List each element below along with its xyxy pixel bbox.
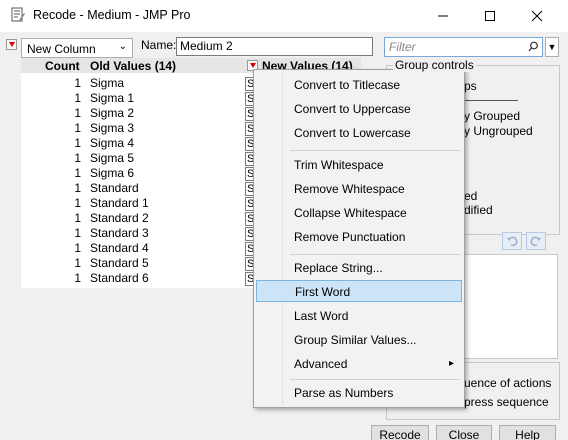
- recode-button[interactable]: Recode: [371, 425, 429, 440]
- red-triangle-menu-icon[interactable]: [6, 39, 17, 50]
- menu-item-remove-punctuation[interactable]: Remove Punctuation: [256, 226, 462, 248]
- menu-item-convert-lowercase[interactable]: Convert to Lowercase: [256, 122, 462, 144]
- window-title: Recode - Medium - JMP Pro: [33, 8, 191, 22]
- row-count: 1: [74, 121, 81, 135]
- row-count: 1: [74, 271, 81, 285]
- count-header[interactable]: Count: [45, 59, 80, 73]
- row-count: 1: [74, 106, 81, 120]
- row-old-value: Sigma 3: [90, 121, 135, 135]
- row-old-value: Standard 3: [90, 226, 149, 240]
- minimize-icon: [438, 15, 448, 17]
- close-icon: [531, 10, 543, 22]
- maximize-button[interactable]: [467, 0, 513, 32]
- row-old-value: Sigma 2: [90, 106, 135, 120]
- menu-item-convert-titlecase[interactable]: Convert to Titlecase: [256, 74, 462, 96]
- redo-button[interactable]: [526, 232, 546, 250]
- name-input[interactable]: Medium 2: [176, 37, 373, 56]
- chevron-down-icon: ⌄: [118, 41, 127, 52]
- maximize-icon: [485, 11, 495, 21]
- row-count: 1: [74, 151, 81, 165]
- row-count: 1: [74, 196, 81, 210]
- group-text-4: ed: [464, 189, 478, 203]
- menu-separator: [290, 150, 460, 151]
- group-divider: [464, 100, 518, 101]
- row-old-value: Standard 5: [90, 256, 149, 270]
- row-old-value: Standard 6: [90, 271, 149, 285]
- caret-down-icon: ▼: [547, 42, 557, 52]
- row-count: 1: [74, 241, 81, 255]
- row-old-value: Sigma 6: [90, 166, 135, 180]
- menu-item-advanced[interactable]: Advanced ▸: [256, 353, 462, 375]
- group-text-3: y Ungrouped: [464, 124, 533, 138]
- row-count: 1: [74, 76, 81, 90]
- group-controls-title: Group controls: [393, 58, 476, 72]
- redo-icon: [530, 236, 541, 247]
- menu-item-parse-as-numbers[interactable]: Parse as Numbers: [256, 382, 462, 404]
- name-label: Name:: [141, 38, 177, 52]
- row-old-value: Sigma: [90, 76, 125, 90]
- minimize-button[interactable]: [420, 0, 466, 32]
- title-bar: Recode - Medium - JMP Pro: [0, 0, 568, 32]
- close-button[interactable]: Close: [436, 425, 492, 440]
- menu-separator: [290, 379, 460, 380]
- menu-item-replace-string[interactable]: Replace String...: [256, 257, 462, 279]
- close-window-button[interactable]: [514, 0, 560, 32]
- menu-item-collapse-whitespace[interactable]: Collapse Whitespace: [256, 202, 462, 224]
- new-values-context-menu: Convert to Titlecase Convert to Uppercas…: [253, 69, 465, 408]
- row-count: 1: [74, 211, 81, 225]
- row-old-value: Sigma 4: [90, 136, 135, 150]
- menu-item-first-word[interactable]: First Word: [256, 280, 462, 302]
- row-count: 1: [74, 226, 81, 240]
- row-count: 1: [74, 136, 81, 150]
- help-button[interactable]: Help: [499, 425, 556, 440]
- column-mode-dropdown[interactable]: New Column ⌄: [21, 38, 133, 58]
- row-count: 1: [74, 91, 81, 105]
- menu-item-advanced-label: Advanced: [294, 357, 348, 371]
- undo-icon: [507, 236, 518, 247]
- column-mode-value: New Column: [27, 42, 96, 56]
- group-text-5: dified: [464, 203, 493, 217]
- old-values-header[interactable]: Old Values (14): [90, 59, 176, 73]
- row-old-value: Standard 2: [90, 211, 149, 225]
- row-old-value: Standard 1: [90, 196, 149, 210]
- row-count: 1: [74, 181, 81, 195]
- row-count: 1: [74, 256, 81, 270]
- sequence-text-2[interactable]: press sequence: [464, 395, 549, 409]
- undo-button[interactable]: [502, 232, 522, 250]
- sequence-text-1[interactable]: uence of actions: [464, 376, 551, 390]
- menu-item-last-word[interactable]: Last Word: [256, 305, 462, 327]
- group-text-1: ps: [464, 79, 477, 93]
- recode-app-icon: [11, 7, 25, 22]
- menu-item-convert-uppercase[interactable]: Convert to Uppercase: [256, 98, 462, 120]
- row-count: 1: [74, 166, 81, 180]
- row-old-value: Standard: [90, 181, 139, 195]
- row-old-value: Sigma 5: [90, 151, 135, 165]
- filter-input[interactable]: Filter: [384, 37, 543, 57]
- menu-item-group-similar-values[interactable]: Group Similar Values...: [256, 329, 462, 351]
- search-icon: [528, 41, 538, 52]
- row-old-value: Standard 4: [90, 241, 149, 255]
- filter-dropdown-button[interactable]: ▼: [545, 37, 559, 57]
- group-text-2: y Grouped: [464, 109, 521, 123]
- submenu-arrow-icon: ▸: [448, 358, 454, 369]
- menu-item-trim-whitespace[interactable]: Trim Whitespace: [256, 154, 462, 176]
- menu-item-remove-whitespace[interactable]: Remove Whitespace: [256, 178, 462, 200]
- row-old-value: Sigma 1: [90, 91, 135, 105]
- menu-separator: [290, 254, 460, 255]
